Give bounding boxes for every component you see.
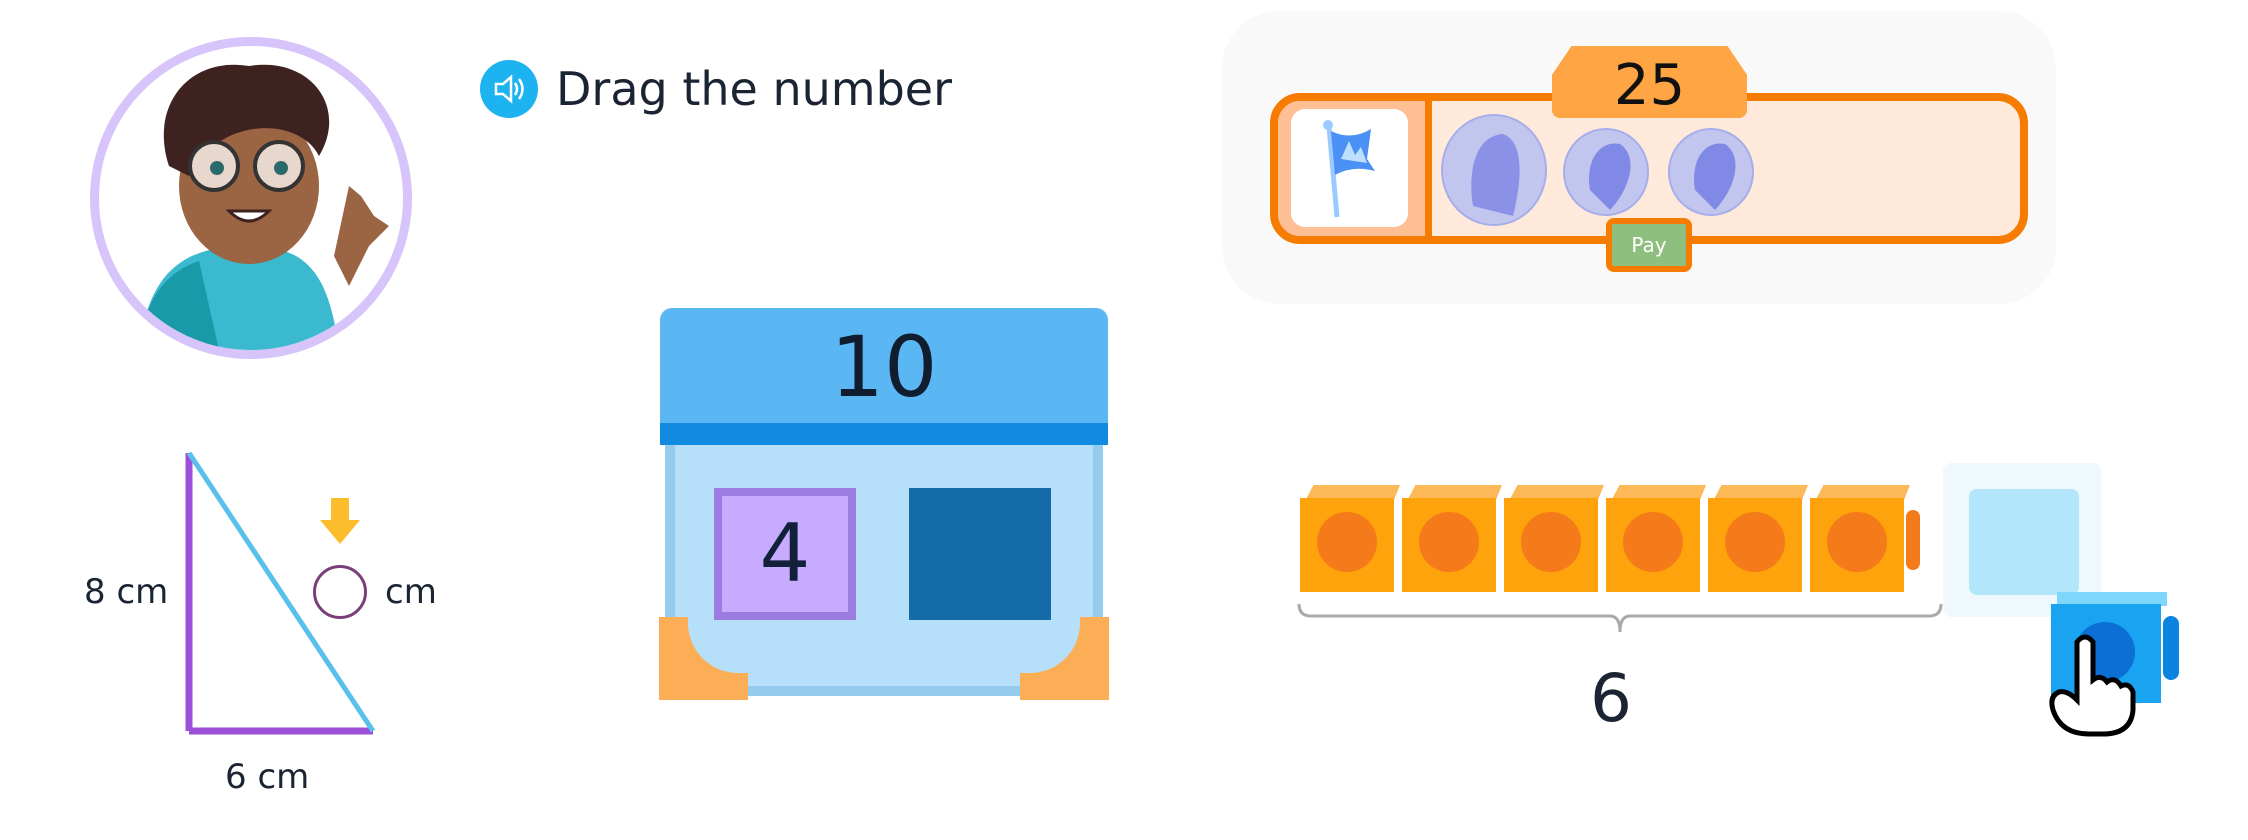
- item-card: [1291, 109, 1408, 227]
- roosevelt-portrait-icon: [1589, 143, 1631, 210]
- orange-cube: [1504, 485, 1604, 592]
- frame-leg-left: [659, 617, 748, 700]
- roosevelt-portrait-icon: [1694, 143, 1736, 210]
- orange-cube: [1606, 485, 1706, 592]
- jefferson-portrait-icon: [1471, 134, 1520, 216]
- base-label: 6 cm: [225, 757, 310, 797]
- orange-cube: [1810, 485, 1910, 592]
- cube-count-label: 6: [1590, 660, 1632, 737]
- speaker-button[interactable]: [480, 60, 538, 118]
- tutor-character-icon: [139, 64, 389, 350]
- brace: [1297, 603, 1943, 633]
- hand-pointer-icon: [2049, 634, 2136, 737]
- instruction-text: Drag the number: [556, 62, 952, 116]
- orange-cube: [1708, 485, 1808, 592]
- price-tag: 25: [1552, 46, 1747, 118]
- speaker-icon: [494, 74, 524, 104]
- dime-coin[interactable]: [1668, 128, 1754, 216]
- nickel-coin[interactable]: [1441, 114, 1547, 226]
- flag-icon: [1323, 120, 1375, 218]
- height-label: 8 cm: [84, 572, 169, 612]
- orange-cube: [1300, 485, 1400, 592]
- pay-button[interactable]: Pay: [1606, 218, 1692, 272]
- ten-frame-total: 10: [660, 308, 1108, 445]
- arrow-down-icon: [320, 498, 360, 544]
- frame-leg-right: [1020, 617, 1109, 700]
- known-part-cell: 4: [714, 488, 856, 620]
- dime-coin[interactable]: [1563, 128, 1649, 216]
- orange-cube: [1402, 485, 1502, 592]
- cube-connector: [1906, 510, 1920, 570]
- missing-part-drop-slot[interactable]: [909, 488, 1051, 620]
- answer-drop-slot[interactable]: [313, 565, 367, 619]
- tutor-avatar: [90, 37, 412, 359]
- unit-label: cm: [385, 572, 437, 612]
